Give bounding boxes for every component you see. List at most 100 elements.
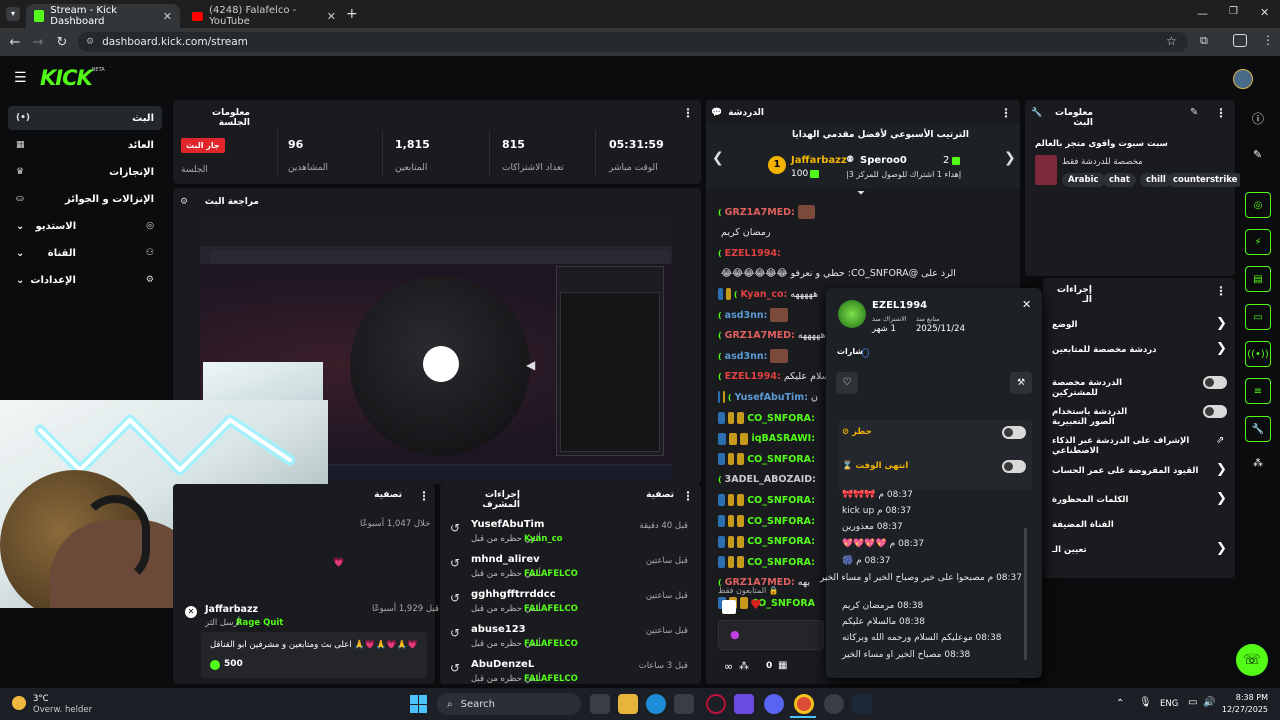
extensions-icon[interactable]: ⧉: [1200, 34, 1208, 48]
sidebar-item[interactable]: ⌄ القناة ⚇: [8, 241, 162, 265]
support-icon[interactable]: ☏: [1236, 644, 1268, 676]
chat-username[interactable]: asd3nn:: [725, 310, 768, 321]
edit-pencil-icon[interactable]: ✎: [1190, 107, 1198, 118]
scrollbar[interactable]: [1024, 528, 1027, 660]
windows-start-icon[interactable]: [410, 695, 428, 713]
chat-settings-icon[interactable]: ▦: [778, 660, 787, 671]
activity-filter[interactable]: تصفية: [372, 490, 402, 500]
session-menu-icon[interactable]: ⋮: [682, 106, 694, 120]
sidebar-item[interactable]: ⌄ الاستديو ◎: [8, 214, 162, 238]
taskbar-search[interactable]: ⌕ Search: [437, 693, 581, 715]
chat-username[interactable]: GRZ1A7MED:: [725, 330, 795, 341]
more-tools-icon[interactable]: ⁂: [1253, 458, 1263, 469]
chat-message[interactable]: (YusefAbuTim: ن: [718, 388, 818, 406]
tag-chip[interactable]: chat: [1103, 173, 1136, 187]
chat-username[interactable]: Kyan_co:: [741, 289, 788, 300]
chrome-menu-icon[interactable]: ⋮: [1262, 33, 1274, 47]
file-explorer-icon[interactable]: [618, 694, 638, 714]
clock-time[interactable]: 8:38 PM: [1224, 693, 1268, 702]
obs-icon[interactable]: [824, 694, 844, 714]
chat-username[interactable]: EZEL1994:: [725, 371, 781, 382]
browser-tab-kick[interactable]: Stream - Kick Dashboard ✕: [26, 4, 180, 28]
leaderboard-prev-icon[interactable]: ❮: [712, 150, 724, 166]
chat-message[interactable]: (Kyan_co: هههههه: [718, 285, 818, 303]
infinity-icon[interactable]: ∞: [724, 660, 733, 673]
tray-chevron-icon[interactable]: ⌃: [1116, 698, 1124, 709]
mod-actions-menu-icon[interactable]: ⋮: [682, 489, 694, 503]
profile-icon[interactable]: [1233, 34, 1247, 47]
chat-message[interactable]: رمضان كريم: [718, 224, 818, 242]
chat-message[interactable]: CO_SNFORA:: [718, 553, 818, 571]
forward-icon[interactable]: →: [28, 32, 48, 52]
hamburger-menu-icon[interactable]: ☰: [14, 70, 27, 86]
language-indicator[interactable]: ENG: [1160, 699, 1178, 709]
chat-username[interactable]: CO_SNFORA:: [747, 557, 815, 568]
chat-username[interactable]: CO_SNFORA:: [747, 413, 815, 424]
discord-icon[interactable]: [764, 694, 784, 714]
minimize-icon[interactable]: —: [1197, 7, 1208, 20]
activity-menu-icon[interactable]: ⋮: [418, 489, 430, 503]
chevron-right-icon[interactable]: ❯: [1216, 341, 1227, 356]
bookmark-star-icon[interactable]: ☆: [1166, 34, 1177, 48]
collapse-leaderboard-icon[interactable]: ⏷: [857, 188, 865, 199]
opera-icon[interactable]: [706, 694, 726, 714]
sidebar-item[interactable]: (•) البث: [8, 106, 162, 130]
chat-message[interactable]: CO_SNFORA:: [718, 450, 818, 468]
browser-tab-youtube[interactable]: (4248) Falafelco - YouTube ✕: [184, 4, 344, 28]
avatar[interactable]: [1233, 69, 1253, 89]
edge-icon[interactable]: [646, 694, 666, 714]
back-icon[interactable]: ←: [5, 32, 25, 52]
site-info-icon[interactable]: ⚙: [86, 37, 94, 47]
window-close-icon[interactable]: ✕: [1260, 6, 1269, 19]
kick-logo[interactable]: KICK: [40, 66, 93, 90]
tag-chip[interactable]: counterstrike: [1167, 173, 1244, 187]
new-tab-button[interactable]: +: [346, 6, 358, 22]
setting-toggle[interactable]: [1203, 376, 1227, 389]
lightning-tool-icon[interactable]: ⚡: [1245, 229, 1271, 255]
chrome-icon[interactable]: [794, 694, 814, 714]
steam-icon[interactable]: [852, 694, 872, 714]
network-icon[interactable]: ▭: [1188, 697, 1197, 708]
broadcast-tool-icon[interactable]: ((•)): [1245, 341, 1271, 367]
pencil-icon[interactable]: ✎: [1253, 148, 1262, 161]
chat-username[interactable]: 3ADEL_ABOZAID:: [725, 474, 816, 485]
streaming-app-icon[interactable]: [734, 694, 754, 714]
chat-message[interactable]: (EZEL1994: السلام عليكم: [718, 368, 836, 386]
chat-message[interactable]: (GRZ1A7MED:: [718, 203, 818, 221]
timeout-toggle[interactable]: [1002, 460, 1026, 473]
chat-message[interactable]: CO_SNFORA:: [718, 409, 818, 427]
chat-message[interactable]: الرد على @CO_SNFORA: حطي و نعرفو 😂😂😂😂😂😂: [718, 265, 956, 283]
chat-username[interactable]: CO_SNFORA:: [747, 516, 815, 527]
clipboard-tool-icon[interactable]: ▤: [1245, 266, 1271, 292]
chat-message[interactable]: (3ADEL_ABOZAID:: [718, 471, 818, 489]
mod-actions-filter[interactable]: تصفية: [644, 490, 674, 500]
chat-message[interactable]: CO_SNFORA:: [718, 512, 818, 530]
chat-username[interactable]: CO_SNFORA:: [747, 454, 815, 465]
external-link-icon[interactable]: ⇗: [1216, 435, 1224, 446]
chevron-right-icon[interactable]: ❯: [1216, 541, 1227, 556]
heart-emote-icon[interactable]: ♥: [750, 598, 762, 613]
sidebar-item[interactable]: ▦ العائد: [8, 133, 162, 157]
camera-tool-icon[interactable]: ◎: [1245, 192, 1271, 218]
preview-settings-icon[interactable]: ⚙: [180, 197, 188, 207]
follow-heart-button[interactable]: ♡: [836, 372, 858, 394]
chat-username[interactable]: CO_SNFORA:: [747, 495, 815, 506]
chevron-right-icon[interactable]: ❯: [1216, 491, 1227, 506]
sidebar-item[interactable]: ⛀ الإنزالات و الجوائز: [8, 187, 162, 211]
chat-username[interactable]: EZEL1994:: [725, 248, 781, 259]
chat-tool-icon[interactable]: ▭: [1245, 304, 1271, 330]
mod-settings-menu-icon[interactable]: ⋮: [1215, 284, 1227, 298]
tag-chip[interactable]: Arabic: [1062, 173, 1105, 187]
close-icon[interactable]: ✕: [1022, 298, 1031, 311]
chat-username[interactable]: GRZ1A7MED:: [725, 207, 795, 218]
chat-message[interactable]: iqBASRAWI:: [718, 430, 818, 448]
chat-message[interactable]: (asd3nn:: [718, 347, 818, 365]
chevron-right-icon[interactable]: ❯: [1216, 316, 1227, 331]
wrench-tool-icon[interactable]: 🔧: [1245, 416, 1271, 442]
stream-info-menu-icon[interactable]: ⋮: [1215, 106, 1227, 120]
emotes-icon[interactable]: ⁂: [739, 661, 749, 672]
restore-icon[interactable]: ❐: [1229, 6, 1238, 17]
leaderboard-next-icon[interactable]: ❯: [1004, 150, 1016, 166]
emote-icon[interactable]: [722, 600, 736, 614]
tab-list-button[interactable]: ▾: [6, 7, 20, 21]
